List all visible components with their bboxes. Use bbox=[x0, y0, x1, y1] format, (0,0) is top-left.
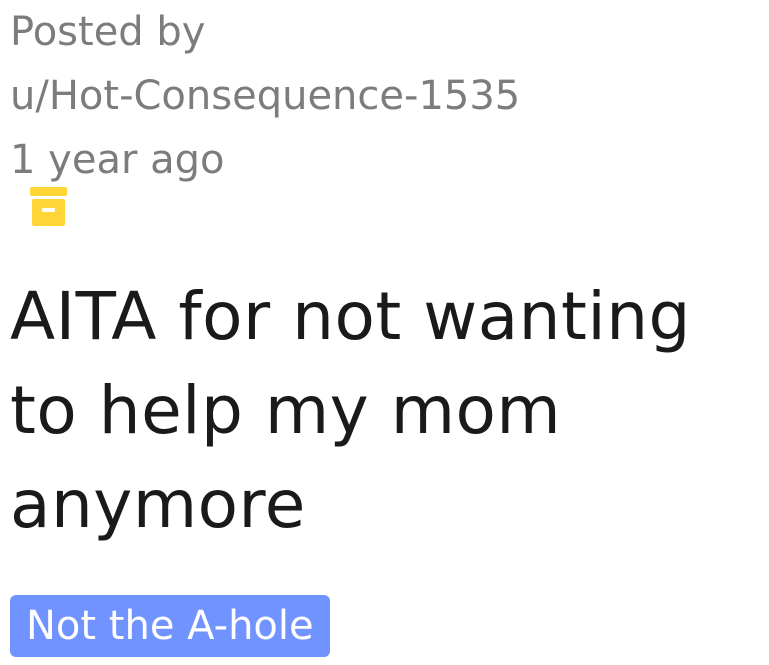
archive-icon bbox=[30, 187, 67, 227]
post-timestamp[interactable]: 1 year ago bbox=[10, 128, 520, 192]
posted-by-label: Posted by bbox=[10, 9, 206, 55]
post-title[interactable]: AITA for not wanting to help my mom anym… bbox=[10, 270, 769, 552]
post-flair-badge[interactable]: Not the A-hole bbox=[10, 595, 330, 657]
author-link[interactable]: u/Hot-Consequence-1535 bbox=[10, 64, 520, 128]
post-meta: Posted by u/Hot-Consequence-1535 1 year … bbox=[10, 0, 520, 192]
